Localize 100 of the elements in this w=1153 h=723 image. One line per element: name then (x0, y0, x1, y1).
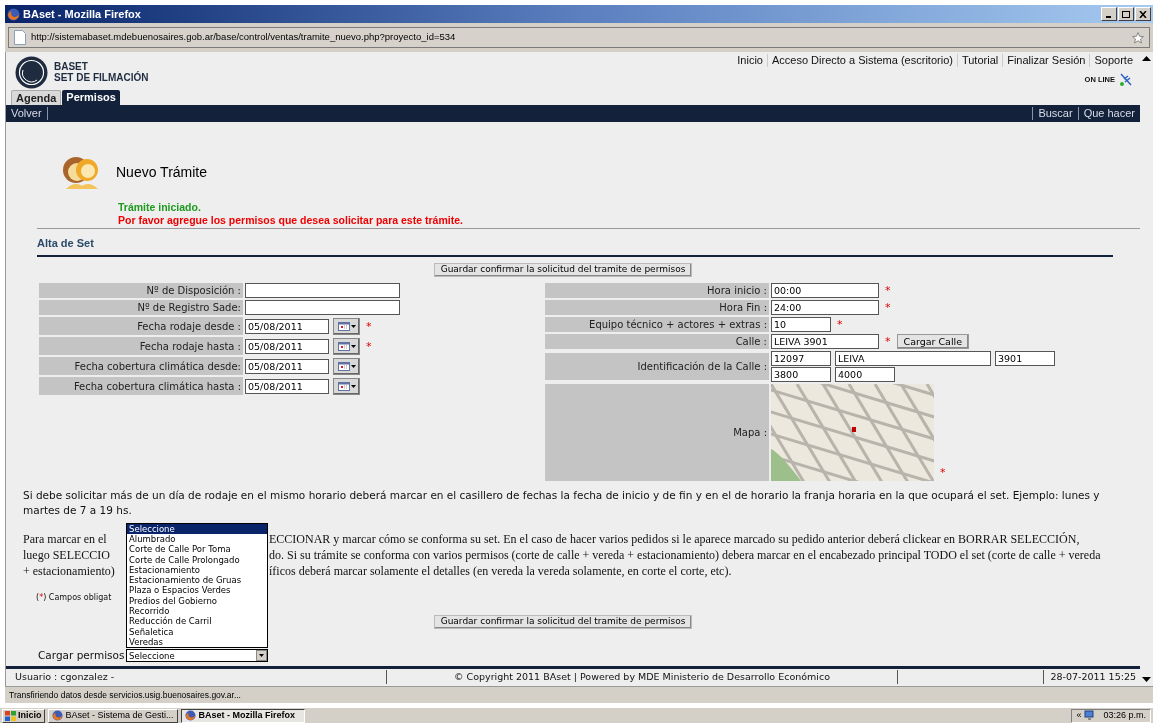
calendar-button[interactable] (333, 337, 360, 355)
browser-icon (7, 7, 20, 21)
paragraph-text: ECCIONAR y marcar cómo se conforma su set. En el caso de hacer varios pedidos si le aparece marcado su pedido anterior deberá clickear en BORRAR SELECCIÓN, (269, 530, 1080, 547)
calendar-icon (337, 361, 350, 371)
dropdown-option[interactable]: Corte de Calle Prolongado (127, 554, 267, 565)
maximize-button[interactable] (1118, 7, 1134, 21)
tab[interactable]: Permisos (62, 90, 120, 106)
calendar-button[interactable] (333, 357, 360, 375)
save-button[interactable]: Guardar confirmar la solicitud del tramite de permisos (433, 614, 693, 629)
load-street-button[interactable]: Cargar Calle (896, 333, 970, 349)
calendar-button[interactable] (333, 377, 360, 395)
input-field[interactable]: LEIVA (835, 350, 991, 366)
section-title: Alta de Set (37, 236, 94, 249)
field-label: Equipo técnico + actores + extras : (545, 316, 769, 332)
header-link[interactable]: Soporte (1089, 54, 1137, 67)
tray-arrow[interactable]: « (1076, 708, 1082, 723)
header-link[interactable]: Inicio (733, 54, 767, 67)
address-field[interactable]: http://sistemabaset.mdebuenosaires.gob.ar/base/control/ventas/tramite_nuevo.php?proyecto_id=534 (8, 27, 1150, 48)
input-field[interactable]: 4000 (835, 366, 895, 382)
input-field[interactable]: 00:00 (771, 282, 879, 298)
footer-user: Usuario : cgonzalez - (14, 670, 116, 685)
input-field[interactable] (245, 300, 400, 316)
input-field[interactable]: 05/08/2011 (245, 318, 329, 334)
scrollbar[interactable] (1140, 52, 1153, 686)
paragraph-text: + estacionamiento) (23, 562, 116, 579)
dropdown-option[interactable]: Estacionamiento (127, 564, 267, 576)
input-field[interactable]: 05/08/2011 (245, 338, 329, 354)
required-mark: * (366, 340, 372, 352)
footer-datetime: 28-07-2011 15:25 (1050, 670, 1137, 685)
caret-icon (350, 384, 356, 388)
paragraph-text: luego SELECCIO (23, 546, 111, 563)
close-button[interactable] (1135, 7, 1151, 21)
input-field[interactable]: 10 (771, 316, 831, 332)
input-field[interactable]: 05/08/2011 (245, 358, 329, 374)
input-field[interactable]: 12097 (771, 350, 831, 366)
input-field[interactable]: 3901 (995, 350, 1055, 366)
input-field[interactable]: 24:00 (771, 299, 879, 315)
header-link[interactable]: Finalizar Sesión (1002, 54, 1090, 67)
paragraph-text: Para marcar en el (23, 530, 108, 547)
minimize-button[interactable] (1101, 7, 1117, 21)
select-label: Cargar permisos (38, 647, 126, 663)
windows-flag-icon (5, 710, 16, 721)
status-message: Por favor agregue los permisos que desea solicitar para este trámite. (118, 213, 464, 227)
clock: 03:26 p.m. (1103, 708, 1146, 722)
input-field[interactable]: LEIVA 3901 (771, 333, 879, 349)
dropdown-option[interactable]: Reducción de Carril (127, 616, 267, 627)
close-icon (1139, 10, 1147, 18)
input-field[interactable] (245, 283, 400, 299)
field-label: Fecha cobertura climática hasta : (39, 377, 243, 396)
tab[interactable]: Agenda (11, 90, 62, 106)
input-field[interactable]: 05/08/2011 (245, 378, 329, 394)
url-text: http://sistemabaset.mdebuenosaires.gob.ar/base/control/ventas/tramite_nuevo.php?proyecto_id=534 (31, 30, 456, 45)
permisos-select[interactable]: Seleccione (126, 649, 268, 663)
required-note: (*) Campos obligat (36, 591, 112, 604)
required-mark: * (885, 284, 891, 296)
dropdown-option[interactable]: Estacionamiento de Gruas (127, 575, 267, 586)
dropdown-option[interactable]: Plaza o Espacios Verdes (127, 585, 267, 596)
save-button[interactable]: Guardar confirmar la solicitud del tramite de permisos (433, 262, 693, 277)
scroll-up-icon[interactable] (1140, 54, 1153, 64)
maximize-icon (1122, 10, 1130, 18)
logo-title: BASET (54, 61, 89, 73)
dropdown-option[interactable]: Veredas (127, 636, 267, 648)
field-label: Nº de Disposición : (39, 283, 243, 299)
page-icon (14, 30, 26, 45)
header-link[interactable]: Tutorial (956, 54, 1003, 67)
field-label: Identificación de la Calle : (545, 352, 769, 380)
caret-icon (350, 364, 356, 368)
status-text: Transfiriendo datos desde servicios.usig.buenosaires.gov.ar... (9, 688, 241, 702)
browser-icon (184, 710, 196, 721)
scroll-down-icon[interactable] (1140, 674, 1153, 684)
logo-subtitle: SET DE FILMACIÓN (54, 72, 149, 84)
dropdown-option[interactable]: Alumbrado (127, 534, 267, 545)
taskbar-button[interactable]: BAset - Sistema de Gesti... (47, 708, 178, 723)
page-title: Nuevo Trámite (116, 163, 208, 183)
status-message: Trámite iniciado. (118, 200, 202, 214)
field-label: Mapa : (545, 383, 769, 481)
star-icon[interactable] (1132, 31, 1144, 44)
dropdown-option[interactable]: Corte de Calle Por Toma (127, 544, 267, 555)
calendar-icon (337, 321, 350, 331)
required-mark: * (940, 465, 946, 479)
header-link[interactable]: Acceso Directo a Sistema (escritorio) (766, 54, 957, 67)
nav-link[interactable]: Volver (6, 107, 48, 121)
nav-link[interactable]: Buscar (1032, 107, 1078, 121)
dropdown-option[interactable]: Señaletica (127, 626, 267, 637)
dropdown-option[interactable]: Seleccione (127, 523, 267, 534)
paragraph-text: do. Si su trámite se conforma con varios permisos (corte de calle + vereda + estacionamiento) debera marcar en el encabezado principal TODO el set (corte de calle + vereda (269, 546, 1101, 563)
dropdown-option[interactable]: Predios del Gobierno (127, 595, 267, 607)
field-label: Fecha cobertura climática desde: (39, 357, 243, 376)
taskbar-button[interactable]: BAset - Mozilla Firefox (180, 708, 305, 723)
dropdown-option[interactable]: Recorrido (127, 606, 267, 617)
required-mark: * (885, 335, 891, 347)
field-label: Calle : (545, 333, 769, 349)
window-title: BAset - Mozilla Firefox (23, 6, 141, 22)
calendar-icon (337, 341, 350, 351)
calendar-button[interactable] (333, 317, 360, 335)
footer-copyright: © Copyright 2011 BAset | Powered by MDE Ministerio de Desarrollo Económico (454, 670, 830, 685)
start-button[interactable]: Inicio (2, 708, 45, 723)
browser-icon (51, 710, 63, 721)
required-mark: * (366, 320, 372, 332)
input-field[interactable]: 3800 (771, 366, 831, 382)
